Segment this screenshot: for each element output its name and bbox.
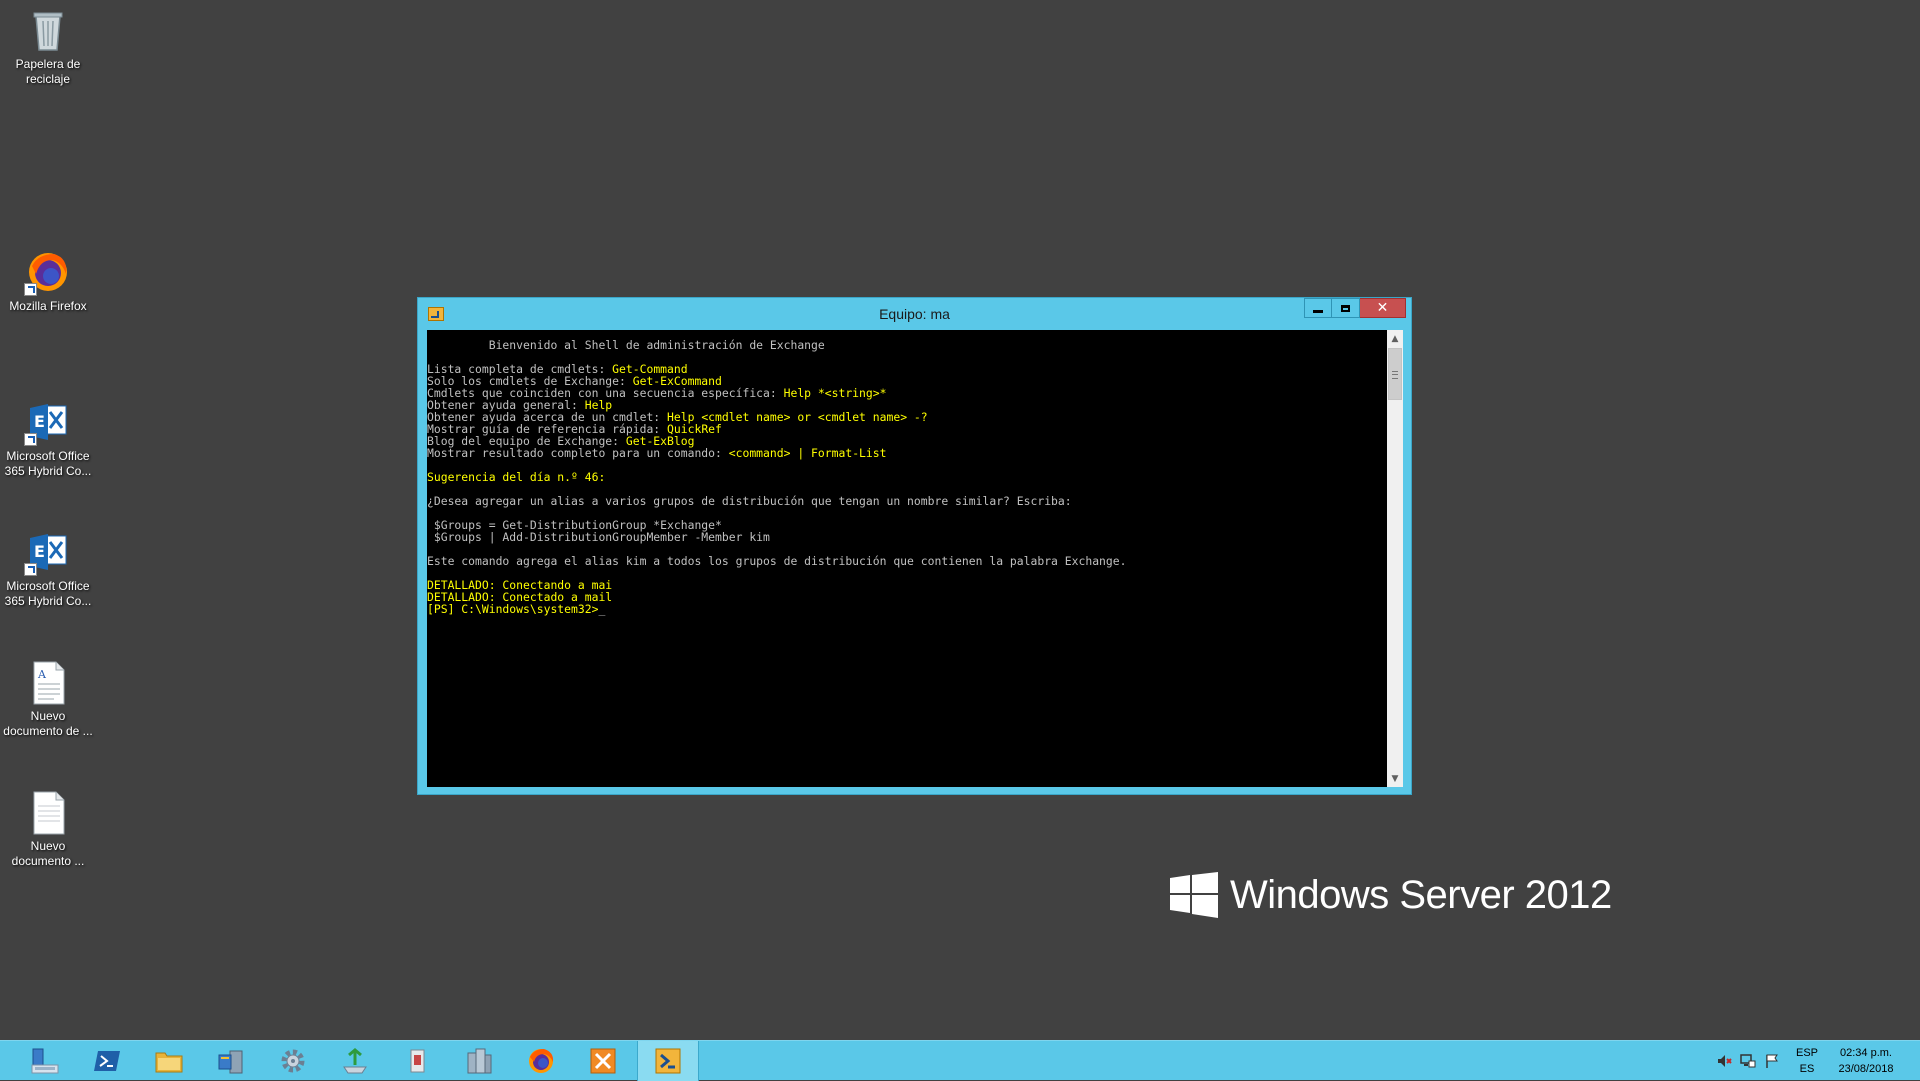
console-cursor: _ <box>598 602 606 616</box>
exchange-shell-window[interactable]: Equipo: ma ✕ Bienvenido al Shell de admi… <box>417 297 1412 795</box>
console-line: $Groups | Add-DistributionGroupMember -M… <box>427 531 1127 543</box>
window-title: Equipo: ma <box>879 306 950 322</box>
maximize-button[interactable] <box>1332 298 1360 318</box>
windows-server-branding: Windows Server 2012 <box>1170 870 1612 920</box>
scroll-up-button[interactable]: ▲ <box>1387 330 1403 347</box>
taskbar-server-tools[interactable] <box>200 1041 262 1081</box>
exchange-icon: E <box>24 528 72 576</box>
desktop-icon-label: Papelera de reciclaje <box>15 57 81 86</box>
svg-text:E: E <box>34 542 45 561</box>
clock-time: 02:34 p.m. <box>1840 1047 1892 1059</box>
console-line: [PS] C:\Windows\system32>_ <box>427 603 1127 615</box>
console-segment: [PS] C:\Windows\system32> <box>427 602 599 616</box>
console-segment: Sugerencia del día n.º 46: <box>427 470 606 484</box>
console-line: ¿Desea agregar un alias a varios grupos … <box>427 495 1127 507</box>
action-center-flag-icon[interactable] <box>1764 1053 1780 1069</box>
shortcut-arrow-icon <box>24 283 37 296</box>
taskbar-file-explorer[interactable] <box>138 1041 200 1081</box>
close-button[interactable]: ✕ <box>1360 298 1406 318</box>
scroll-down-button[interactable]: ▼ <box>1387 770 1403 787</box>
taskbar-firefox[interactable] <box>510 1041 572 1081</box>
firefox-icon <box>526 1047 556 1075</box>
desktop-icon-office365-hybrid-2[interactable]: E Microsoft Office 365 Hybrid Co... <box>0 528 96 609</box>
window-titlebar[interactable]: Equipo: ma ✕ <box>418 298 1411 330</box>
console-line: Sugerencia del día n.º 46: <box>427 471 1127 483</box>
folder-icon <box>154 1047 184 1075</box>
console-segment: ¿Desea agregar un alias a varios grupos … <box>427 494 1072 508</box>
network-status-icon[interactable] <box>1740 1053 1756 1069</box>
taskbar-exchange-shell[interactable] <box>637 1041 699 1081</box>
taskbar-network-tool[interactable] <box>324 1041 386 1081</box>
grip-icon <box>1392 371 1398 379</box>
console-segment: <command> | Format-List <box>728 446 887 460</box>
shortcut-arrow-icon <box>24 433 37 446</box>
desktop-icon-new-document-1[interactable]: A Nuevo documento de ... <box>0 658 96 739</box>
vertical-scrollbar[interactable]: ▲ ▼ <box>1387 330 1403 787</box>
taskbar-powershell[interactable] <box>76 1041 138 1081</box>
console-text: Bienvenido al Shell de administración de… <box>427 339 1127 615</box>
text-document-icon <box>24 788 72 836</box>
desktop-icon-label: Nuevo documento de ... <box>3 709 93 738</box>
console-segment: Este comando agrega el alias kim a todos… <box>427 554 1127 568</box>
taskbar-clock[interactable]: 02:34 p.m. 23/08/2018 <box>1826 1045 1906 1077</box>
volume-muted-icon[interactable] <box>1716 1053 1732 1069</box>
desktop-icon-label: Microsoft Office 365 Hybrid Co... <box>4 449 92 478</box>
desktop-icon-label: Nuevo documento ... <box>11 839 85 868</box>
servers-icon <box>464 1047 494 1075</box>
recycle-bin-icon <box>24 6 72 54</box>
console-segment: Bienvenido al Shell de administración de… <box>427 338 825 352</box>
desktop-icon-label: Mozilla Firefox <box>9 299 87 313</box>
console-line: Este comando agrega el alias kim a todos… <box>427 555 1127 567</box>
minimize-button[interactable] <box>1304 298 1332 318</box>
minimize-icon <box>1313 309 1323 313</box>
server-manager-icon <box>30 1047 60 1075</box>
taskbar-services[interactable] <box>262 1041 324 1081</box>
input-language-indicator[interactable]: ESP ES <box>1792 1045 1822 1077</box>
close-icon: ✕ <box>1376 300 1389 316</box>
chevron-up-icon: ▲ <box>1391 333 1399 344</box>
firefox-icon <box>24 248 72 296</box>
system-tray <box>1712 1041 1784 1081</box>
taskbar: ESP ES 02:34 p.m. 23/08/2018 <box>0 1040 1920 1081</box>
desktop-icon-office365-hybrid-1[interactable]: E Microsoft Office 365 Hybrid Co... <box>0 398 96 479</box>
svg-text:A: A <box>37 668 47 681</box>
taskbar-server-manager[interactable] <box>14 1041 76 1081</box>
taskbar-document-tool[interactable] <box>386 1041 448 1081</box>
clock-date: 23/08/2018 <box>1838 1063 1894 1075</box>
exchange-shell-icon <box>653 1047 683 1075</box>
desktop-icon-firefox[interactable]: Mozilla Firefox <box>0 248 96 314</box>
server-tools-icon <box>216 1047 246 1075</box>
console-segment: Help *<string>* <box>783 386 887 400</box>
scrollbar-thumb[interactable] <box>1388 348 1402 400</box>
keyboard-layout-code: ES <box>1799 1063 1815 1075</box>
network-icon <box>340 1047 370 1075</box>
shortcut-arrow-icon <box>24 563 37 576</box>
console-segment: $Groups | Add-DistributionGroupMember -M… <box>427 530 770 544</box>
desktop-icon-recycle-bin[interactable]: Papelera de reciclaje <box>0 6 96 87</box>
exchange-icon: E <box>24 398 72 446</box>
document-icon: A <box>24 658 72 706</box>
console-output[interactable]: Bienvenido al Shell de administración de… <box>427 330 1387 787</box>
document-tool-icon <box>402 1047 432 1075</box>
taskbar-servers-tool[interactable] <box>448 1041 510 1081</box>
language-code: ESP <box>1795 1047 1818 1059</box>
gear-icon <box>278 1047 308 1075</box>
powershell-icon <box>92 1047 122 1075</box>
svg-text:E: E <box>34 412 45 431</box>
maximize-icon <box>1341 304 1350 312</box>
console-segment: Mostrar resultado completo para un coman… <box>427 446 729 460</box>
branding-text: Windows Server 2012 <box>1230 872 1612 917</box>
chevron-down-icon: ▼ <box>1391 773 1399 784</box>
windows-logo-icon <box>1170 872 1218 918</box>
desktop-icon-label: Microsoft Office 365 Hybrid Co... <box>4 579 92 608</box>
taskbar-hybrid-config[interactable] <box>572 1041 634 1081</box>
desktop-icon-new-document-2[interactable]: Nuevo documento ... <box>0 788 96 869</box>
hybrid-config-icon <box>588 1047 618 1075</box>
console-line: Bienvenido al Shell de administración de… <box>427 339 1127 351</box>
console-line: Mostrar resultado completo para un coman… <box>427 447 1127 459</box>
